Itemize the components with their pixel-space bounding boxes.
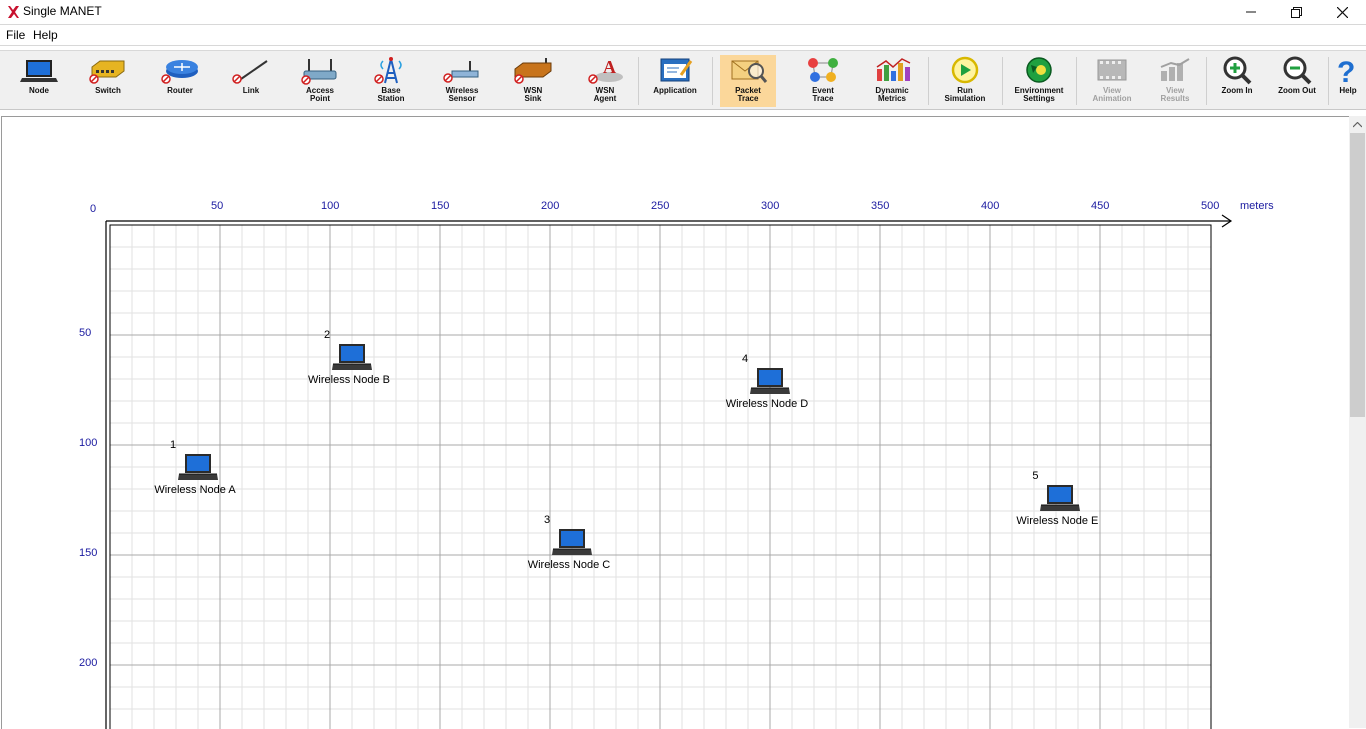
scroll-thumb[interactable] xyxy=(1350,133,1365,417)
zoom-out-icon xyxy=(1283,56,1312,85)
access-point-icon xyxy=(301,59,337,85)
link-button[interactable]: Link xyxy=(228,55,274,107)
node-button[interactable]: Node xyxy=(16,55,62,107)
wireless-node-laptop-icon[interactable] xyxy=(551,527,593,557)
node-id-label: 4 xyxy=(742,353,749,366)
event-trace-icon xyxy=(808,58,838,82)
x-tick-label: 0 xyxy=(90,203,97,215)
restore-icon xyxy=(1290,6,1302,18)
grid xyxy=(105,214,1233,729)
toolbar-separator xyxy=(638,57,639,105)
application-button[interactable]: Application xyxy=(646,55,704,107)
toolbar-separator xyxy=(1206,57,1207,105)
node-name-label: Wireless Node D xyxy=(725,398,809,411)
x-tick-label: 50 xyxy=(211,200,224,212)
wireless-sensor-button[interactable]: Wireless Sensor xyxy=(436,55,488,107)
node-id-label: 5 xyxy=(1032,469,1039,482)
node-name-label: Wireless Node B xyxy=(308,374,390,386)
toolbar-separator xyxy=(1076,57,1077,105)
node-id-label: 3 xyxy=(544,513,551,526)
node-id-label: 1 xyxy=(170,439,177,451)
wireless-node-laptop-icon[interactable] xyxy=(1039,483,1081,513)
svg-text:A: A xyxy=(603,57,616,77)
x-tick-label: 450 xyxy=(1091,200,1110,212)
node-id-label: 2 xyxy=(324,329,331,341)
view-animation-button[interactable]: View Animation xyxy=(1082,55,1142,107)
environment-settings-icon xyxy=(1026,57,1052,83)
wsn-sink-icon xyxy=(514,58,552,84)
menu-help[interactable]: Help xyxy=(33,28,58,42)
wsn-agent-icon: A xyxy=(588,57,623,84)
toolbar-separator xyxy=(928,57,929,105)
wireless-sensor-icon xyxy=(443,61,479,83)
switch-button[interactable]: Switch xyxy=(80,55,136,107)
simulation-canvas[interactable]: 0 50 100 150 200 250 300 350 400 450 500… xyxy=(1,116,1349,729)
run-simulation-icon xyxy=(951,56,979,84)
minimize-icon xyxy=(1246,11,1256,13)
menu-file[interactable]: File xyxy=(6,28,25,42)
run-simulation-button[interactable]: Run Simulation xyxy=(936,55,994,107)
node-name-label: Wireless Node C xyxy=(527,558,611,571)
x-tick-label: 150 xyxy=(431,200,450,212)
x-tick-label: 200 xyxy=(541,200,560,212)
dynamic-metrics-icon xyxy=(876,58,911,81)
chevron-up-icon xyxy=(1353,121,1362,127)
wireless-node-laptop-icon[interactable] xyxy=(749,366,791,396)
x-tick-label: 300 xyxy=(761,200,780,212)
x-tick-label: 400 xyxy=(981,200,1000,212)
dynamic-metrics-button[interactable]: Dynamic Metrics xyxy=(866,55,918,107)
view-animation-icon xyxy=(1097,59,1127,81)
zoom-in-icon xyxy=(1223,56,1252,85)
switch-icon xyxy=(89,60,125,84)
base-station-button[interactable]: Base Station xyxy=(368,55,414,107)
environment-settings-button[interactable]: Environment Settings xyxy=(1006,55,1072,107)
x-tick-label: 500 xyxy=(1201,200,1220,212)
close-button[interactable] xyxy=(1319,0,1365,24)
wsn-sink-button[interactable]: WSN Sink xyxy=(506,55,560,107)
menu-bar: File Help xyxy=(0,24,1366,46)
vertical-scrollbar[interactable] xyxy=(1349,116,1366,728)
zoom-in-button[interactable]: Zoom In xyxy=(1212,55,1262,107)
toolbar-separator xyxy=(1002,57,1003,105)
title-bar: Single MANET xyxy=(0,0,1366,24)
x-tick-label: 100 xyxy=(321,200,340,212)
view-results-button[interactable]: View Results xyxy=(1148,55,1202,107)
help-icon: ? xyxy=(1337,56,1355,85)
router-icon xyxy=(161,60,198,84)
packet-trace-button[interactable]: Packet Trace xyxy=(720,55,776,107)
view-results-icon xyxy=(1160,58,1190,81)
node-name-label: Wireless Node E xyxy=(1016,514,1099,527)
app-logo-icon xyxy=(8,6,19,18)
help-button[interactable]: ? Help xyxy=(1332,55,1364,107)
node-name-label: Wireless Node A xyxy=(154,484,236,496)
access-point-button[interactable]: Access Point xyxy=(296,55,344,107)
close-icon xyxy=(1336,6,1348,18)
toolbar: Node Switch Router Link Access Point Bas… xyxy=(0,50,1366,110)
base-station-icon xyxy=(374,57,402,84)
y-tick-label: 200 xyxy=(79,657,98,669)
svg-text:?: ? xyxy=(1337,56,1355,85)
link-icon xyxy=(232,60,268,84)
restore-button[interactable] xyxy=(1273,0,1319,24)
window-title: Single MANET xyxy=(23,4,102,18)
x-tick-label: 250 xyxy=(651,200,670,212)
y-tick-label: 50 xyxy=(79,327,92,339)
laptop-icon xyxy=(20,60,58,82)
event-trace-button[interactable]: Event Trace xyxy=(798,55,848,107)
y-tick-label: 150 xyxy=(79,547,98,559)
packet-trace-icon xyxy=(731,60,768,83)
zoom-out-button[interactable]: Zoom Out xyxy=(1270,55,1324,107)
application-icon xyxy=(660,58,693,82)
x-tick-label: 350 xyxy=(871,200,890,212)
x-axis-unit: meters xyxy=(1240,200,1274,212)
wsn-agent-button[interactable]: A WSN Agent xyxy=(582,55,628,107)
minimize-button[interactable] xyxy=(1228,0,1274,24)
toolbar-separator xyxy=(712,57,713,105)
router-button[interactable]: Router xyxy=(154,55,206,107)
y-tick-label: 100 xyxy=(79,437,98,449)
wireless-node-laptop-icon[interactable] xyxy=(331,342,373,372)
wireless-node-laptop-icon[interactable] xyxy=(177,452,219,482)
scroll-up-button[interactable] xyxy=(1349,116,1366,133)
